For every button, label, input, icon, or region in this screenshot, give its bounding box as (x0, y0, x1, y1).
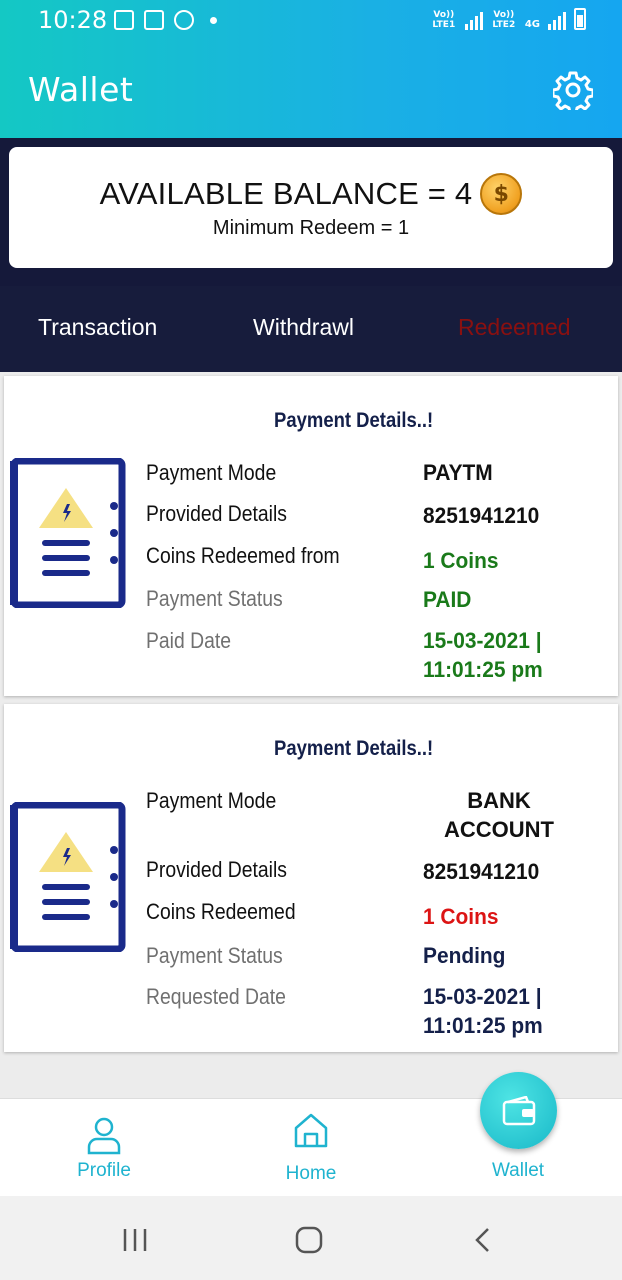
payment-mode-label: Payment Mode (146, 788, 277, 813)
document-warning-icon (10, 802, 126, 952)
system-indicators: Vo)) LTE1 Vo)) LTE2 4G (431, 8, 586, 30)
payment-mode-label: Payment Mode (146, 460, 277, 485)
divider (0, 276, 622, 286)
nav-profile-label: Profile (77, 1160, 131, 1181)
provided-details-value: 8251941210 (423, 859, 540, 884)
nav-wallet-label: Wallet (491, 1160, 545, 1181)
requested-date-label: Requested Date (146, 984, 286, 1009)
battery-icon (574, 8, 586, 30)
tab-transaction[interactable]: Transaction (38, 314, 157, 341)
nav-profile[interactable]: Profile (44, 1099, 164, 1197)
payment-card-title: Payment Details..! (274, 737, 434, 760)
minimum-redeem: Minimum Redeem = 1 (212, 217, 410, 239)
person-icon (87, 1117, 121, 1155)
back-icon[interactable] (473, 1227, 491, 1253)
home-icon (294, 1113, 328, 1148)
provided-details-label: Provided Details (146, 501, 287, 526)
coins-redeemed-value: 1 Coins (423, 904, 499, 929)
payment-mode-value-line1: BANK (467, 788, 531, 813)
payment-mode-value-line2: ACCOUNT (444, 817, 554, 842)
coins-redeemed-label: Coins Redeemed (146, 899, 296, 924)
document-warning-icon (10, 458, 126, 608)
coins-redeemed-value: 1 Coins (423, 548, 499, 573)
payment-status-label: Payment Status (146, 943, 283, 968)
app-notification-icon (174, 10, 194, 30)
coin-icon: $ (480, 173, 523, 215)
requested-date-value-line1: 15-03-2021 | (423, 984, 542, 1009)
payment-card: Payment Details..! Payment Mode PAYTM Pr… (4, 376, 618, 696)
coins-redeemed-label: Coins Redeemed from (146, 543, 340, 568)
nav-home[interactable]: Home (251, 1099, 371, 1197)
sim2-indicator: Vo)) LTE2 (492, 10, 516, 30)
paid-date-value-line1: 15-03-2021 | (423, 628, 542, 653)
available-balance: AVAILABLE BALANCE = 4 (99, 176, 473, 211)
system-navigation-bar (0, 1196, 622, 1280)
image-notification-icon (114, 10, 134, 30)
notification-icons (114, 10, 217, 30)
status-bar: 10:28 Vo)) LTE1 Vo)) LTE2 4G (0, 0, 622, 42)
balance-card: AVAILABLE BALANCE = 4 $ Minimum Redeem =… (9, 147, 613, 268)
sim1-indicator: Vo)) LTE1 (432, 10, 456, 30)
home-button-icon[interactable] (295, 1226, 323, 1254)
tab-redeemed[interactable]: Redeemed (458, 314, 571, 341)
wallet-fab[interactable] (480, 1072, 557, 1149)
status-time: 10:28 (38, 6, 108, 34)
tab-withdrawl[interactable]: Withdrawl (253, 314, 354, 341)
nav-home-label: Home (285, 1163, 337, 1184)
page-title: Wallet (28, 70, 134, 109)
wallet-icon (502, 1095, 535, 1125)
video-notification-icon (144, 10, 164, 30)
payment-status-value: Pending (423, 943, 506, 968)
payment-mode-value: PAYTM (423, 460, 493, 485)
payment-card: Payment Details..! Payment Mode BANK ACC… (4, 704, 618, 1052)
paid-date-value-line2: 11:01:25 pm (423, 657, 543, 682)
paid-date-label: Paid Date (146, 628, 232, 653)
balance-line: AVAILABLE BALANCE = 4 $ (9, 173, 613, 215)
gear-icon[interactable] (553, 70, 593, 110)
payment-card-title: Payment Details..! (274, 409, 434, 432)
recent-apps-icon[interactable] (121, 1228, 149, 1252)
requested-date-value-line2: 11:01:25 pm (423, 1013, 543, 1038)
payment-status-label: Payment Status (146, 586, 283, 611)
provided-details-value: 8251941210 (423, 503, 540, 528)
provided-details-label: Provided Details (146, 857, 287, 882)
signal-icon (548, 10, 566, 30)
network-type-indicator: 4G (524, 19, 540, 30)
signal-icon (464, 10, 483, 30)
payment-status-value: PAID (423, 587, 472, 612)
more-notifications-dot (210, 16, 217, 24)
tab-bar: Transaction Withdrawl Redeemed (0, 286, 622, 372)
